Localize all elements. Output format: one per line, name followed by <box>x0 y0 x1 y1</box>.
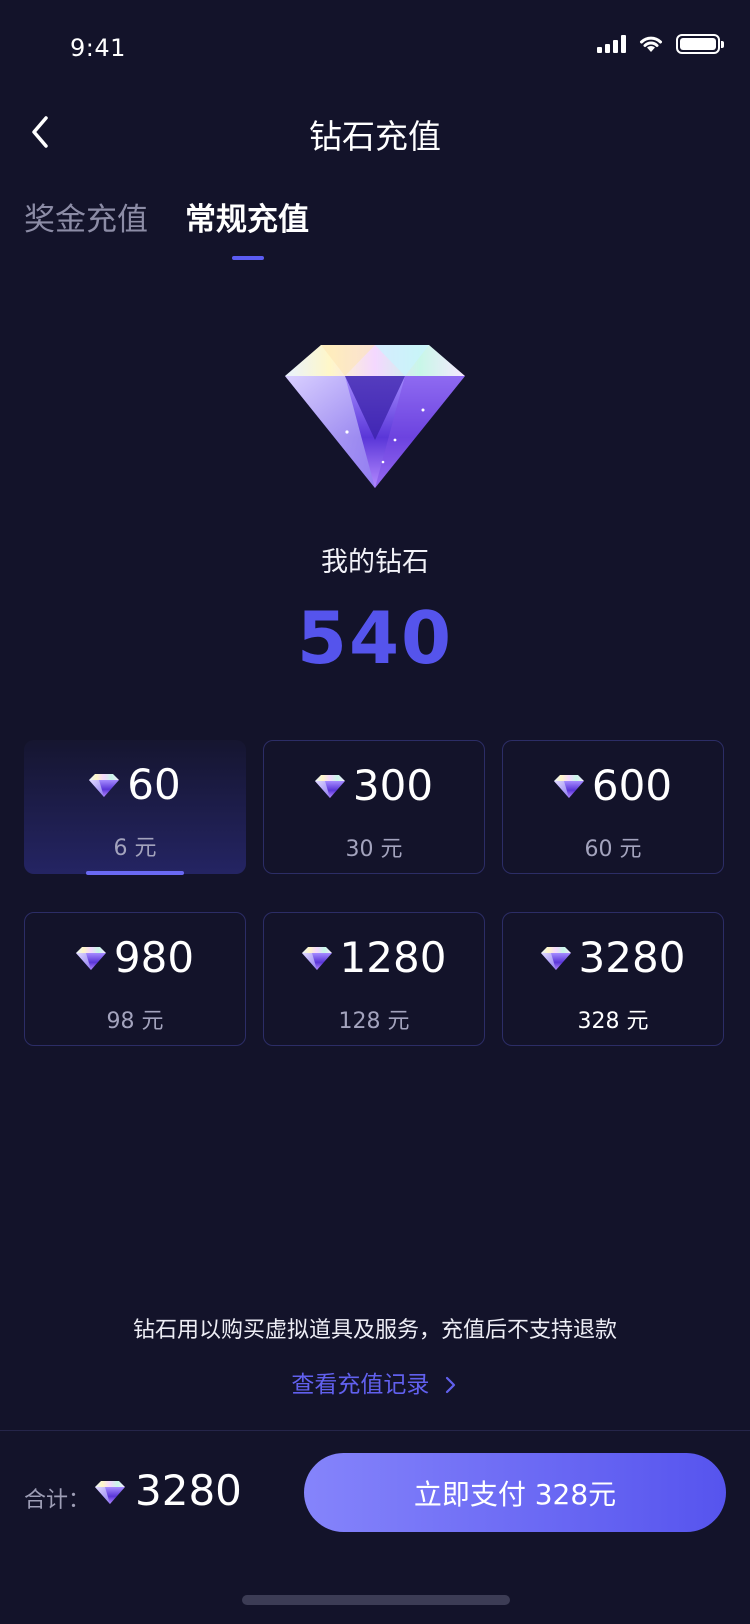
package-price: 98 元 <box>106 1009 164 1034</box>
package-price: 128 元 <box>338 1009 410 1034</box>
package-amount: 980 <box>113 933 195 982</box>
home-indicator <box>242 1595 510 1605</box>
pay-now-button[interactable]: 立即支付 328元 <box>304 1453 726 1532</box>
my-diamonds-count: 540 <box>296 596 454 680</box>
package-card-600[interactable]: 600 60 元 <box>502 740 724 874</box>
diamond-icon <box>75 946 106 970</box>
battery-icon <box>676 34 724 54</box>
recharge-history-link[interactable]: 查看充值记录 <box>0 1365 750 1399</box>
wifi-icon <box>640 36 662 52</box>
tab-bonus-recharge[interactable]: 奖金充值 <box>24 194 148 239</box>
package-amount: 3280 <box>578 933 686 982</box>
package-amount: 1280 <box>339 933 447 982</box>
recharge-history-label: 查看充值记录 <box>291 1372 430 1398</box>
my-diamonds-label: 我的钻石 <box>321 547 429 578</box>
diamond-icon <box>540 946 571 970</box>
footer-divider <box>0 1430 750 1431</box>
package-price: 328 元 <box>577 1009 649 1034</box>
status-time: 9:41 <box>70 34 126 62</box>
package-card-1280[interactable]: 1280 128 元 <box>263 912 485 1046</box>
package-card-60[interactable]: 60 6 元 <box>24 740 246 875</box>
diamond-icon <box>301 946 332 970</box>
signal-icon <box>597 35 626 53</box>
status-icons <box>597 34 724 54</box>
diamond-icon <box>553 774 584 798</box>
package-card-300[interactable]: 300 30 元 <box>263 740 485 874</box>
package-selected-indicator <box>86 871 184 875</box>
chevron-right-icon <box>445 1376 455 1394</box>
package-price: 60 元 <box>584 837 642 862</box>
package-price: 30 元 <box>345 837 403 862</box>
total-label: 合计： <box>24 1488 91 1513</box>
package-card-980[interactable]: 980 98 元 <box>24 912 246 1046</box>
package-price: 6 元 <box>113 836 157 861</box>
diamond-icon <box>89 773 120 797</box>
package-amount: 60 <box>127 760 181 809</box>
tab-active-indicator <box>232 256 264 260</box>
tab-regular-recharge[interactable]: 常规充值 <box>185 194 309 239</box>
diamond-icon <box>95 1481 125 1504</box>
diamond-icon <box>285 345 465 488</box>
diamond-icon <box>314 774 345 798</box>
page-title: 钻石充值 <box>309 117 441 156</box>
package-amount: 300 <box>352 761 434 810</box>
package-amount: 600 <box>591 761 673 810</box>
package-card-3280[interactable]: 3280 328 元 <box>502 912 724 1046</box>
refund-notice: 钻石用以购买虚拟道具及服务，充值后不支持退款 <box>132 1318 617 1343</box>
total-diamonds: 3280 <box>135 1466 242 1515</box>
